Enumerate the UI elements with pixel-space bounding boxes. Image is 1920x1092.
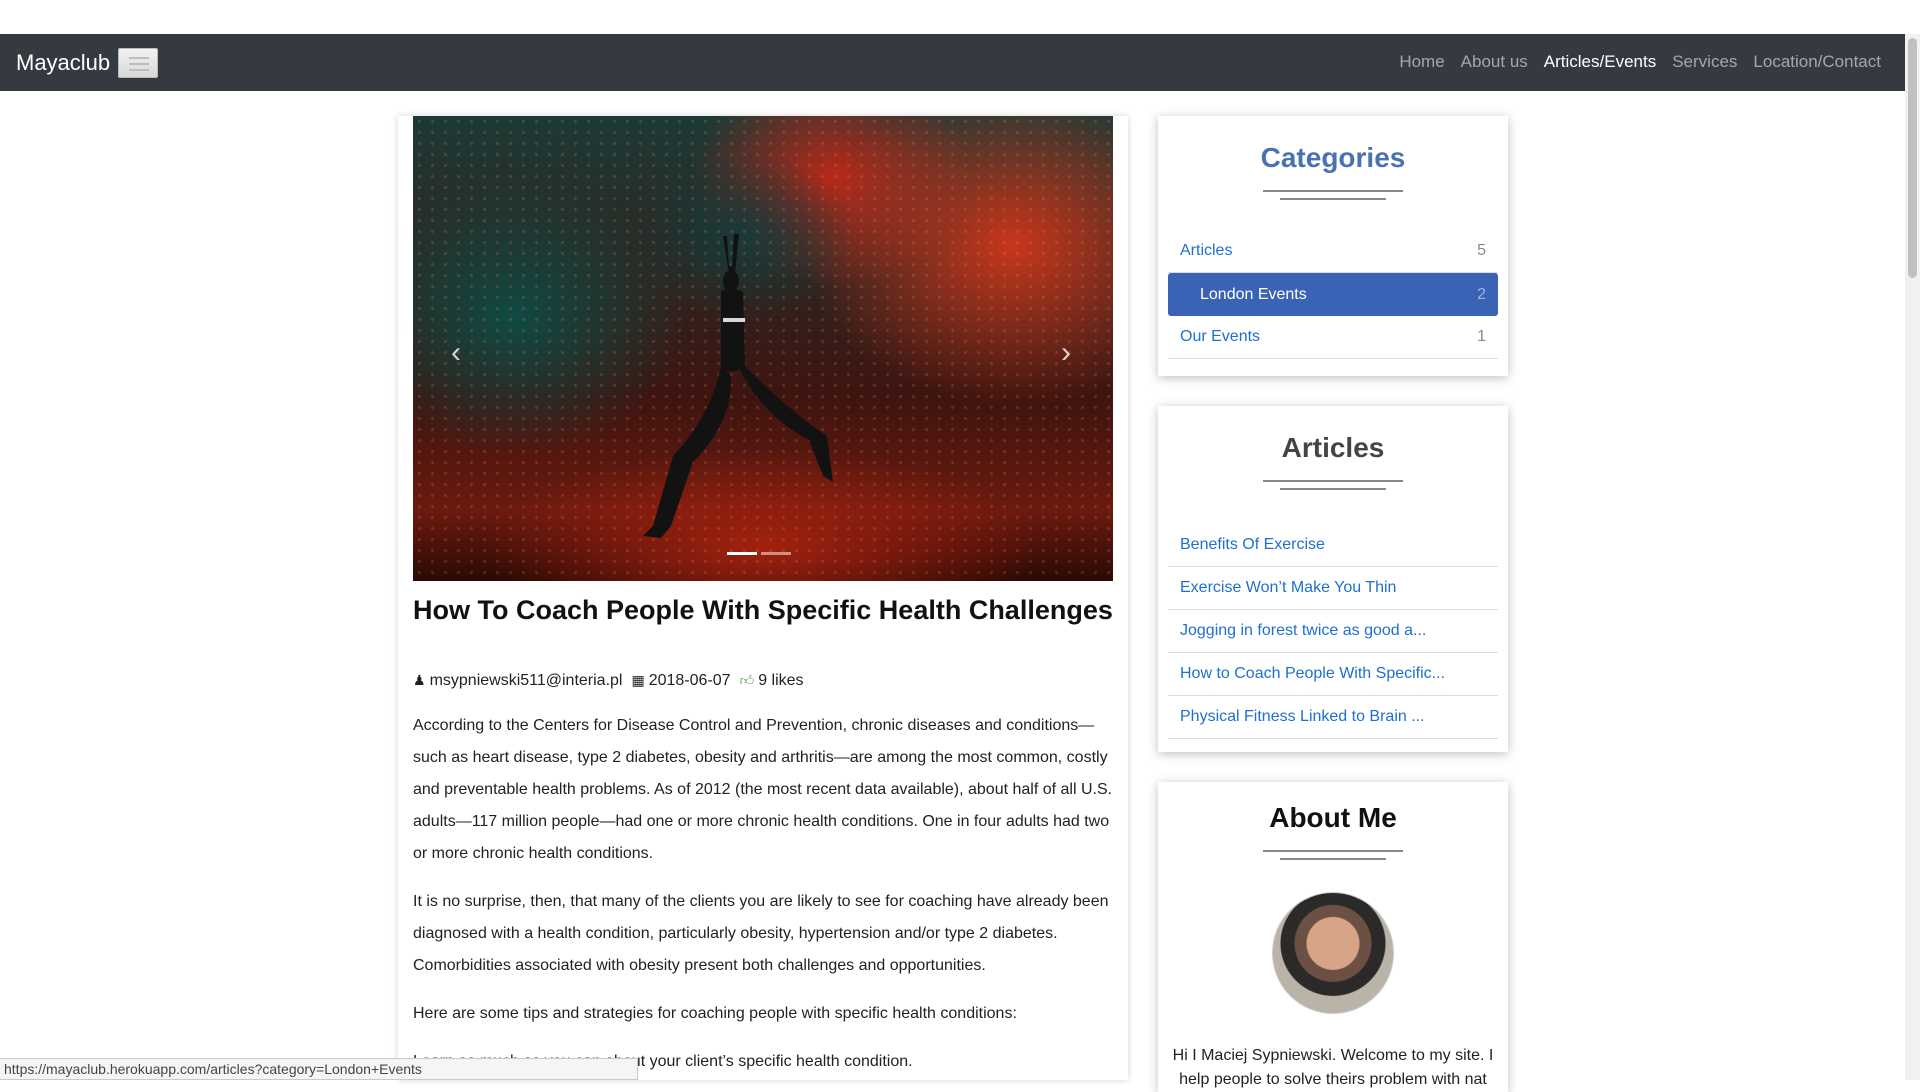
nav-link-home[interactable]: Home (1399, 52, 1444, 72)
article-list-item[interactable]: Jogging in forest twice as good a... (1168, 610, 1498, 653)
article-list-item[interactable]: How to Coach People With Specific... (1168, 653, 1498, 696)
chevron-left-icon[interactable]: ‹ (451, 336, 461, 370)
about-me-card: About Me Hi I Maciej Sypniewski. Welcome… (1158, 782, 1508, 1092)
author-email: msypniewski511@interia.pl (429, 672, 623, 689)
user-icon: ♟ (413, 672, 426, 688)
article-link[interactable]: How to Coach People With Specific... (1180, 665, 1445, 683)
article-link[interactable]: Benefits Of Exercise (1180, 536, 1325, 554)
category-count: 2 (1477, 285, 1486, 303)
category-link[interactable]: Articles (1180, 242, 1232, 260)
image-carousel[interactable]: ‹ › (413, 116, 1113, 581)
post-date: ▦ 2018-06-07 (631, 672, 730, 690)
post-paragraph: Here are some tips and strategies for co… (413, 1005, 1017, 1022)
date-text: 2018-06-07 (648, 672, 731, 689)
title-divider (1263, 478, 1403, 494)
carousel-indicators (727, 552, 791, 555)
page-scrollbar[interactable] (1905, 34, 1920, 1080)
hamburger-line (129, 63, 149, 65)
nav-links: Home About us Articles/Events Services L… (1399, 52, 1881, 72)
likes-text: 9 likes (758, 672, 804, 689)
category-item-articles[interactable]: Articles 5 (1168, 230, 1498, 273)
browser-top-strip (0, 0, 1920, 34)
category-item-london-events[interactable]: London Events 2 (1168, 273, 1498, 316)
nav-link-location-contact[interactable]: Location/Contact (1753, 52, 1881, 72)
navbar-toggler-button[interactable] (118, 48, 158, 78)
title-divider (1263, 188, 1403, 204)
post-body: According to the Centers for Disease Con… (413, 710, 1113, 1080)
about-text: Hi I Maciej Sypniewski. Welcome to my si… (1172, 1047, 1494, 1088)
articles-title: Articles (1281, 432, 1385, 463)
hamburger-line (129, 57, 149, 59)
categories-list: Articles 5 London Events 2 Our Events 1 (1168, 230, 1498, 359)
post-paragraph: According to the Centers for Disease Con… (413, 717, 1113, 862)
post-paragraph: It is no surprise, then, that many of th… (413, 893, 1109, 974)
post-likes[interactable]: 👍︎ 9 likes (740, 672, 804, 690)
category-link[interactable]: Our Events (1180, 328, 1260, 346)
brand-logo[interactable]: Mayaclub (16, 50, 110, 76)
articles-list: Benefits Of Exercise Exercise Won’t Make… (1168, 524, 1498, 739)
thumbs-up-icon[interactable]: 👍︎ (740, 672, 755, 689)
navbar: Mayaclub Home About us Articles/Events S… (0, 34, 1905, 91)
article-link[interactable]: Jogging in forest twice as good a... (1180, 622, 1426, 640)
calendar-icon: ▦ (631, 672, 645, 688)
categories-title: Categories (1260, 142, 1406, 173)
category-count: 1 (1477, 328, 1486, 345)
categories-card: Categories Articles 5 London Events 2 Ou… (1158, 116, 1508, 376)
article-card: ‹ › How To Coach People With Specific He… (398, 116, 1128, 1080)
article-list-item[interactable]: Benefits Of Exercise (1168, 524, 1498, 567)
post-title: How To Coach People With Specific Health… (413, 595, 1113, 625)
hamburger-line (129, 69, 149, 71)
browser-status-bar: https://mayaclub.herokuapp.com/articles?… (0, 1058, 638, 1080)
nav-link-articles-events[interactable]: Articles/Events (1544, 52, 1656, 72)
article-list-item[interactable]: Physical Fitness Linked to Brain ... (1168, 696, 1498, 739)
yoga-figure-image (643, 234, 833, 538)
title-divider (1263, 848, 1403, 864)
nav-link-services[interactable]: Services (1672, 52, 1737, 72)
articles-card: Articles Benefits Of Exercise Exercise W… (1158, 406, 1508, 752)
avatar (1272, 892, 1394, 1014)
category-item-our-events[interactable]: Our Events 1 (1168, 316, 1498, 359)
nav-link-about-us[interactable]: About us (1461, 52, 1528, 72)
chevron-right-icon[interactable]: › (1061, 336, 1071, 370)
carousel-indicator[interactable] (761, 552, 791, 555)
article-link[interactable]: Exercise Won’t Make You Thin (1180, 579, 1396, 597)
about-title: About Me (1269, 802, 1397, 833)
article-link[interactable]: Physical Fitness Linked to Brain ... (1180, 708, 1425, 726)
post-meta: ♟ msypniewski511@interia.pl ▦ 2018-06-07 👍… (413, 672, 804, 690)
article-list-item[interactable]: Exercise Won’t Make You Thin (1168, 567, 1498, 610)
carousel-indicator[interactable] (727, 552, 757, 555)
post-author: ♟ msypniewski511@interia.pl (413, 672, 622, 690)
category-count: 5 (1477, 242, 1486, 259)
category-link[interactable]: London Events (1180, 286, 1307, 304)
scrollbar-thumb[interactable] (1908, 38, 1917, 278)
